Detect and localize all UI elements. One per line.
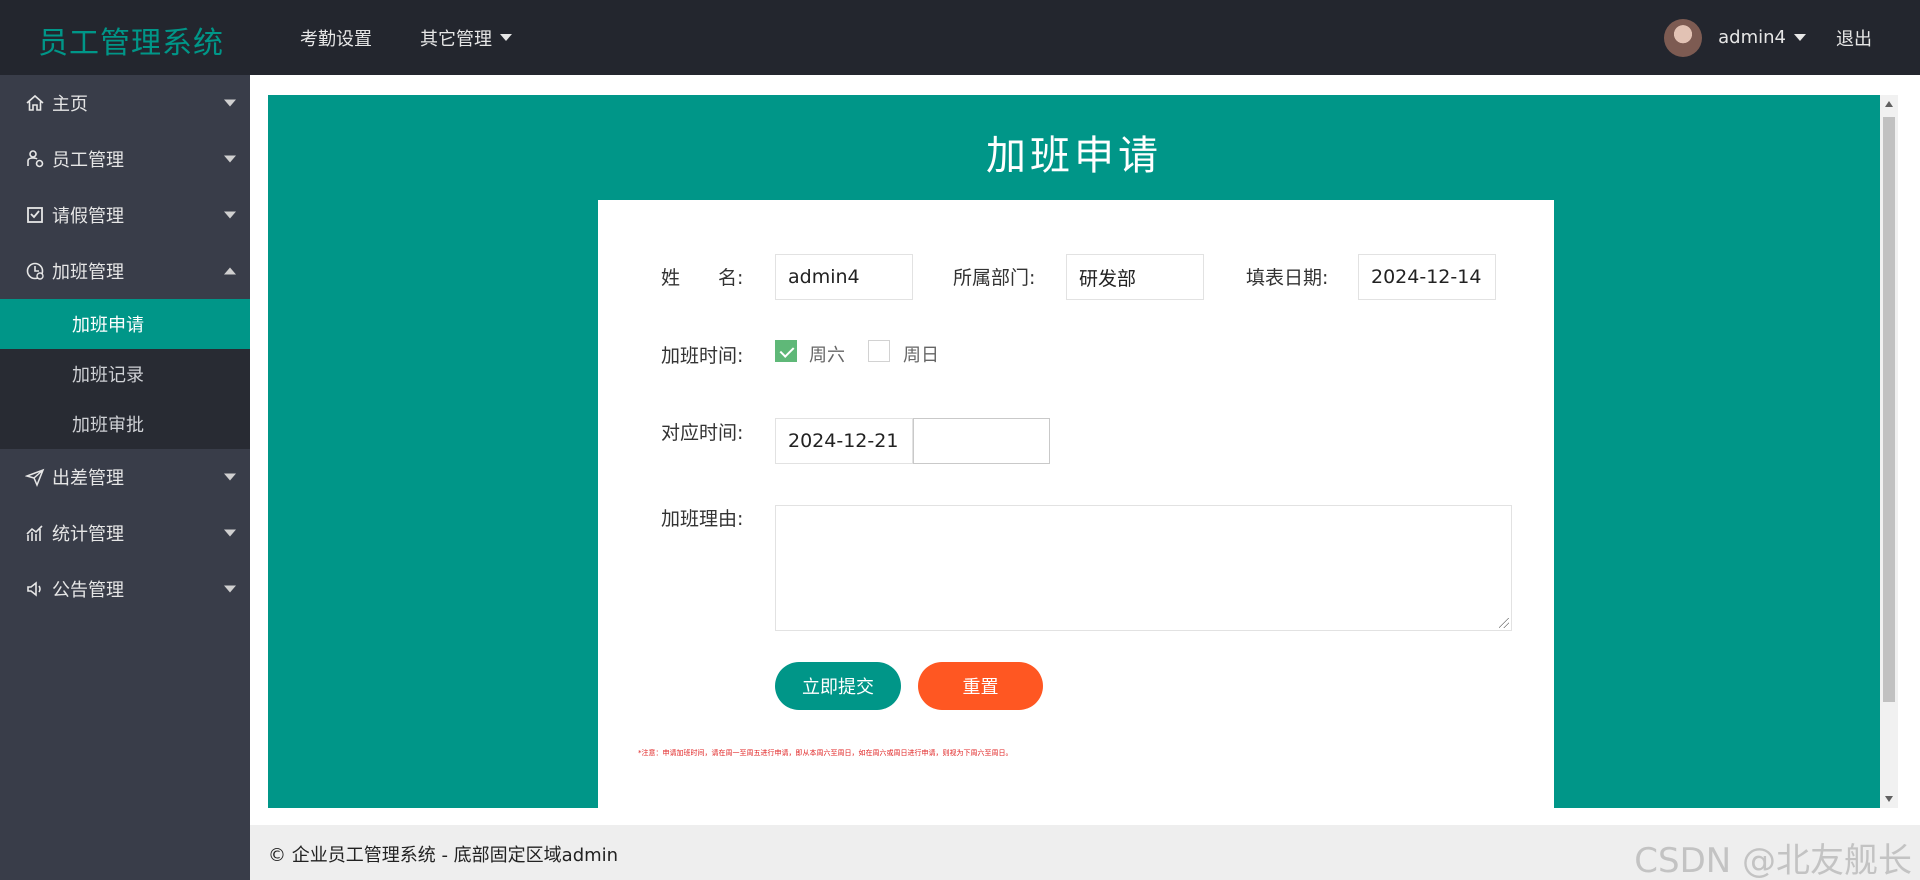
corresponding-date-field-2[interactable] [913,418,1050,464]
dept-label: 所属部门: [953,267,1036,289]
form-note: *注意：申请加班时间，请在周一至周五进行申请，即从本周六至周日，如在周六或周日进… [638,749,1013,757]
main-content: 加班申请 姓 名: admin4 所属部门: 研发部 填表日期: 2024-12… [250,75,1920,825]
nav-label: 考勤设置 [300,28,372,50]
vertical-scrollbar[interactable] [1880,95,1898,808]
overtime-submenu: 加班申请 加班记录 加班审批 [0,299,250,449]
overtime-icon [24,260,46,282]
corresponding-date-field[interactable]: 2024-12-21 [775,418,913,464]
top-header: 员工管理系统 考勤设置 其它管理 admin4 退出 [0,0,1920,75]
chevron-up-icon [224,267,236,275]
nav-label: 其它管理 [420,28,492,50]
employee-icon [24,148,46,170]
sidebar-item-label: 请假管理 [52,206,124,227]
sidebar-subitem-overtime-approval[interactable]: 加班审批 [0,399,250,449]
nav-attendance-settings[interactable]: 考勤设置 [300,25,372,51]
watermark: CSDN @北友舰长 [1634,841,1912,880]
sidebar-item-label: 主页 [52,94,88,115]
chevron-down-icon [500,34,512,41]
sidebar: 主页 员工管理 请假管理 加班管理 加班申请 加班记录 加班审批 出差管理 统计… [0,75,250,880]
sidebar-item-label: 统计管理 [52,524,124,545]
chevron-down-icon [224,585,236,593]
sidebar-item-label: 公告管理 [52,580,124,601]
fill-date-label: 填表日期: [1246,267,1329,289]
corresponding-time-label: 对应时间: [661,422,744,444]
plane-icon [24,466,46,488]
chevron-down-icon [224,473,236,481]
chart-icon [24,522,46,544]
reason-label: 加班理由: [661,508,744,530]
chevron-down-icon [224,211,236,219]
scroll-down-icon[interactable] [1885,796,1893,802]
sidebar-item-home[interactable]: 主页 [0,75,250,131]
saturday-checkbox[interactable] [775,340,797,362]
chevron-down-icon [224,99,236,107]
home-icon [24,92,46,114]
sidebar-item-label: 出差管理 [52,468,124,489]
sidebar-item-business-trip[interactable]: 出差管理 [0,449,250,505]
overtime-time-label: 加班时间: [661,345,744,367]
sunday-label[interactable]: 周日 [903,341,939,367]
sidebar-subitem-overtime-apply[interactable]: 加班申请 [0,299,250,349]
user-area: admin4 退出 [1664,0,1920,75]
chevron-down-icon [224,529,236,537]
chevron-down-icon [224,155,236,163]
footer: © 企业员工管理系统 - 底部固定区域admin CSDN @北友舰长 [250,825,1920,880]
sidebar-item-overtime[interactable]: 加班管理 [0,243,250,299]
sunday-checkbox[interactable] [868,340,890,362]
logout-link[interactable]: 退出 [1836,25,1872,51]
footer-text: © 企业员工管理系统 - 底部固定区域admin [268,845,619,866]
submit-button[interactable]: 立即提交 [775,662,901,710]
name-field[interactable]: admin4 [775,254,913,300]
sidebar-item-label: 员工管理 [52,150,124,171]
top-nav: 考勤设置 其它管理 [300,0,560,75]
user-menu[interactable]: admin4 [1718,27,1806,48]
chevron-down-icon [1794,34,1806,41]
avatar[interactable] [1664,18,1703,57]
username: admin4 [1718,27,1786,48]
reset-button[interactable]: 重置 [918,662,1043,710]
dept-field[interactable]: 研发部 [1066,254,1204,300]
sidebar-item-employee[interactable]: 员工管理 [0,131,250,187]
fill-date-field[interactable]: 2024-12-14 [1358,254,1496,300]
megaphone-icon [24,578,46,600]
sidebar-item-leave[interactable]: 请假管理 [0,187,250,243]
reason-textarea[interactable] [775,505,1512,631]
saturday-label[interactable]: 周六 [809,341,845,367]
scroll-up-icon[interactable] [1885,101,1893,107]
sidebar-item-announcement[interactable]: 公告管理 [0,561,250,617]
sidebar-item-label: 加班管理 [52,262,124,283]
page-title: 加班申请 [986,133,1162,179]
name-label: 姓 名: [661,267,744,289]
resize-handle-icon[interactable] [1499,618,1509,628]
app-logo[interactable]: 员工管理系统 [38,18,224,62]
overtime-panel: 加班申请 姓 名: admin4 所属部门: 研发部 填表日期: 2024-12… [268,95,1880,808]
scrollbar-thumb[interactable] [1883,117,1895,702]
overtime-form: 姓 名: admin4 所属部门: 研发部 填表日期: 2024-12-14 加… [598,200,1554,808]
sidebar-subitem-overtime-records[interactable]: 加班记录 [0,349,250,399]
leave-icon [24,204,46,226]
sidebar-item-statistics[interactable]: 统计管理 [0,505,250,561]
nav-other-management[interactable]: 其它管理 [420,25,512,51]
